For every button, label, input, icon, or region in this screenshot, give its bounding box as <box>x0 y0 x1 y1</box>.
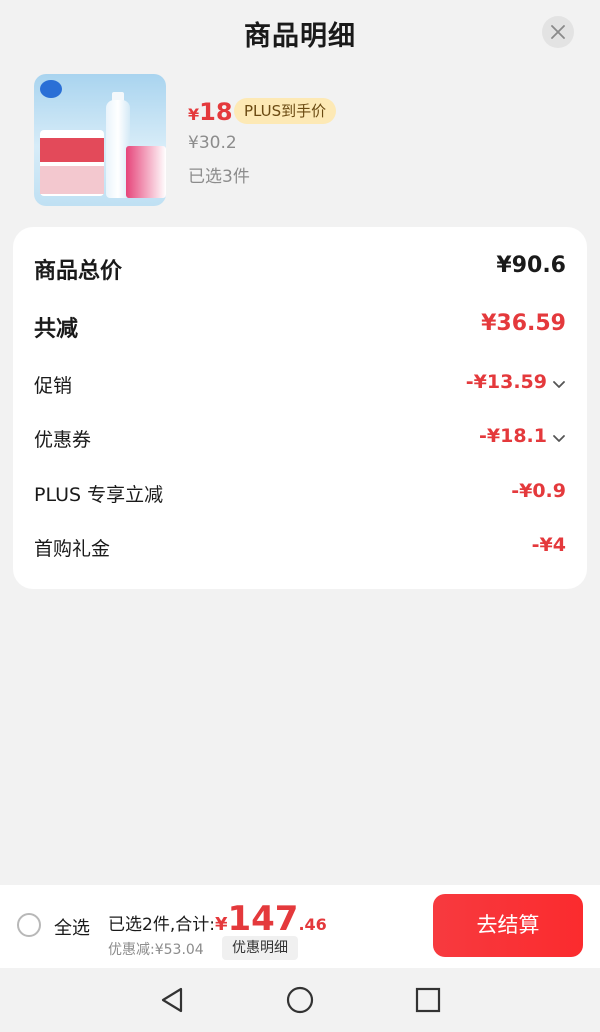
nav-recent-icon[interactable] <box>415 987 441 1013</box>
total-reduction-value: ¥36.59 <box>481 311 566 336</box>
sheet-header: 商品明细 <box>0 0 600 64</box>
total-reduction-label: 共减 <box>34 317 79 342</box>
first-purchase-row: 首购礼金 -¥4 <box>13 530 587 570</box>
chevron-down-icon <box>553 435 565 442</box>
sum-line: 已选2件,合计:¥147.46 <box>108 899 327 939</box>
total-reduction-row: 共减 ¥36.59 <box>13 307 587 347</box>
first-purchase-value: -¥4 <box>531 534 566 556</box>
promotion-value: -¥13.59 <box>465 371 547 393</box>
checkout-button[interactable]: 去结算 <box>433 894 583 957</box>
current-price: ¥18 <box>188 98 233 126</box>
chevron-down-icon <box>553 381 565 388</box>
select-all-label[interactable]: 全选 <box>54 914 90 940</box>
plus-discount-value: -¥0.9 <box>511 480 566 502</box>
total-price-row: 商品总价 ¥90.6 <box>13 249 587 289</box>
total-price-value: ¥90.6 <box>496 253 566 278</box>
nav-home-icon[interactable] <box>286 986 314 1014</box>
sum-label: 已选2件,合计: <box>108 915 215 935</box>
original-price: ¥30.2 <box>188 133 237 153</box>
close-icon <box>551 25 565 39</box>
plus-discount-row: PLUS 专享立减 -¥0.9 <box>13 476 587 516</box>
sum-currency: ¥ <box>214 914 228 935</box>
price-value: 18 <box>199 98 233 126</box>
promotion-label: 促销 <box>34 375 73 397</box>
price-detail-card: 商品总价 ¥90.6 共减 ¥36.59 促销 -¥13.59 优惠券 -¥18… <box>13 227 587 589</box>
coupon-label: 优惠券 <box>34 429 92 451</box>
product-image[interactable] <box>34 74 166 206</box>
discount-detail-button[interactable]: 优惠明细 <box>222 936 298 960</box>
price-currency: ¥ <box>188 105 200 124</box>
first-purchase-label: 首购礼金 <box>34 538 111 560</box>
page-title: 商品明细 <box>244 21 356 52</box>
product-summary: ¥18 PLUS到手价 ¥30.2 已选3件 <box>0 66 600 216</box>
discount-total: 优惠减:¥53.04 <box>108 942 204 958</box>
nav-back-icon[interactable] <box>159 986 185 1014</box>
sum-decimal: .46 <box>298 915 327 934</box>
plus-discount-label: PLUS 专享立减 <box>34 484 164 506</box>
selected-count: 已选3件 <box>188 167 250 187</box>
coupon-row[interactable]: 优惠券 -¥18.1 <box>13 421 587 461</box>
close-button[interactable] <box>542 16 574 48</box>
promotion-row[interactable]: 促销 -¥13.59 <box>13 367 587 407</box>
select-all-checkbox[interactable] <box>17 913 41 937</box>
total-price-label: 商品总价 <box>34 259 123 284</box>
plus-price-tag: PLUS到手价 <box>234 98 337 124</box>
sum-integer: 147 <box>227 899 299 939</box>
coupon-value: -¥18.1 <box>479 425 547 447</box>
system-nav-bar <box>0 968 600 1032</box>
checkout-bar: 全选 已选2件,合计:¥147.46 优惠减:¥53.04 优惠明细 去结算 <box>0 885 600 968</box>
